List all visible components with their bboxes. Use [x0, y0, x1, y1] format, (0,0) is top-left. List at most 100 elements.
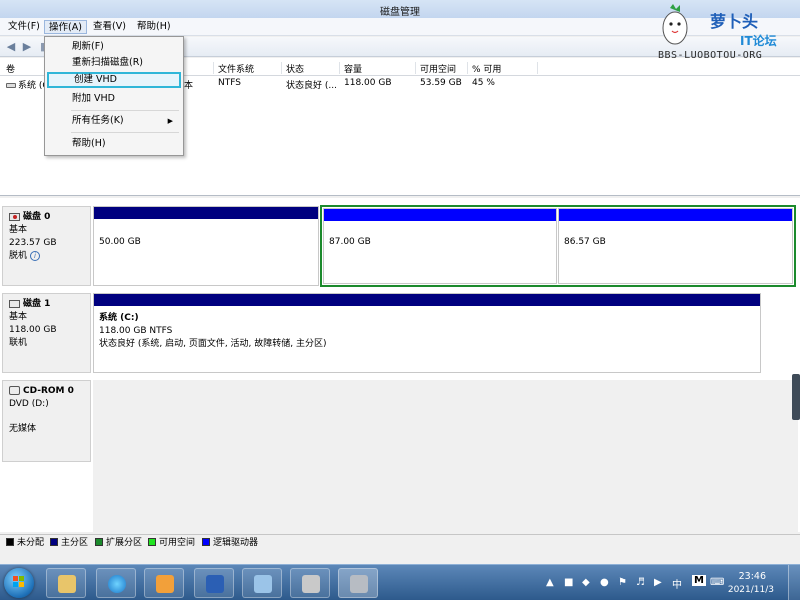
- disk-1-label[interactable]: 磁盘 1 基本 118.00 GB 联机: [2, 293, 91, 373]
- disk-1-state: 联机: [9, 338, 28, 348]
- partition-size: 86.57 GB: [564, 237, 606, 247]
- disk-0-state: 脱机 i: [9, 250, 90, 263]
- col-filesystem[interactable]: 文件系统: [214, 62, 282, 75]
- partition-bar: [94, 294, 760, 306]
- legend-unallocated: 未分配: [6, 538, 44, 548]
- partition-size: 87.00 GB: [329, 237, 371, 247]
- back-arrow-icon[interactable]: ◀: [4, 40, 18, 54]
- legend-swatch: [148, 538, 156, 546]
- start-button[interactable]: [4, 568, 34, 598]
- taskbar-files[interactable]: [290, 568, 330, 598]
- disk-1-title: 磁盘 1: [9, 298, 90, 311]
- partition-label: 系统 (C:): [99, 313, 139, 323]
- row-capacity: 118.00 GB: [344, 78, 392, 88]
- menu-item-attach-vhd[interactable]: 附加 VHD: [47, 91, 181, 107]
- legend-swatch: [6, 538, 14, 546]
- taskbar-word[interactable]: [194, 568, 234, 598]
- taskbar-edge[interactable]: [96, 568, 136, 598]
- menu-separator: [71, 110, 179, 111]
- menu-help[interactable]: 帮助(H): [133, 20, 175, 34]
- disk-management-icon: [350, 575, 368, 593]
- menu-view[interactable]: 查看(V): [89, 20, 130, 34]
- disk-0-label[interactable]: 磁盘 0 基本 223.57 GB 脱机 i: [2, 206, 91, 286]
- menu-separator: [71, 132, 179, 133]
- disk-0-partition-2[interactable]: 87.00 GB: [323, 208, 557, 284]
- disk-graphical-view: 磁盘 0 基本 223.57 GB 脱机 i 50.00 GB 87.00 GB …: [0, 198, 800, 532]
- disk-0-partition-3[interactable]: 86.57 GB: [558, 208, 793, 284]
- disk-0-partition-1[interactable]: 50.00 GB: [93, 206, 319, 286]
- legend-extended: 扩展分区: [95, 538, 142, 548]
- cdrom-icon: [9, 386, 20, 395]
- partition-status: 状态良好 (系统, 启动, 页面文件, 活动, 故障转储, 主分区): [99, 339, 327, 349]
- speaker-icon[interactable]: ▶: [654, 577, 662, 588]
- partition-detail: 118.00 GB NTFS: [99, 326, 173, 336]
- flag-icon[interactable]: ⚑: [618, 577, 627, 588]
- legend-free-space: 可用空间: [148, 538, 195, 548]
- legend: 未分配 主分区 扩展分区 可用空间 逻辑驱动器: [0, 534, 800, 550]
- disk-1-size: 118.00 GB: [9, 325, 57, 335]
- legend-primary: 主分区: [50, 538, 88, 548]
- submenu-arrow-icon: ▶: [167, 117, 173, 125]
- menu-item-rescan[interactable]: 重新扫描磁盘(R): [47, 55, 181, 71]
- menu-item-create-vhd[interactable]: 创建 VHD: [47, 72, 181, 88]
- partition-bar: [94, 207, 318, 219]
- word-icon: [206, 575, 224, 593]
- col-capacity[interactable]: 容量: [340, 62, 416, 75]
- partition-size: 50.00 GB: [99, 237, 141, 247]
- media-player-icon: [156, 575, 174, 593]
- ime-mode[interactable]: M: [692, 575, 706, 586]
- col-percent-free[interactable]: % 可用: [468, 62, 538, 75]
- ime-language[interactable]: 中: [672, 576, 682, 591]
- taskbar-control-panel[interactable]: [242, 568, 282, 598]
- show-hidden-icons-icon[interactable]: ▲: [546, 577, 554, 588]
- offline-disk-icon: [9, 212, 20, 221]
- disk-icon: [9, 299, 20, 308]
- volume-icon: [6, 83, 16, 88]
- forward-arrow-icon[interactable]: ▶: [20, 40, 34, 54]
- watermark-sub: IT论坛: [740, 34, 777, 48]
- edge-icon: [108, 575, 126, 593]
- folder-icon: [58, 575, 76, 593]
- control-panel-icon: [254, 575, 272, 593]
- menu-file[interactable]: 文件(F): [4, 20, 44, 34]
- cdrom-type: DVD (D:): [9, 399, 49, 409]
- keyboard-icon[interactable]: ⌨: [710, 577, 724, 588]
- security-icon[interactable]: ◆: [582, 577, 590, 588]
- taskbar-explorer[interactable]: [46, 568, 86, 598]
- scrollbar-grip[interactable]: [792, 374, 800, 420]
- menu-item-refresh[interactable]: 刷新(F): [47, 39, 181, 55]
- col-free[interactable]: 可用空间: [416, 62, 468, 75]
- disk-0-size: 223.57 GB: [9, 238, 57, 248]
- menu-action[interactable]: 操作(A): [44, 20, 87, 34]
- info-icon[interactable]: i: [30, 251, 41, 261]
- radish-mascot-icon: [662, 4, 688, 45]
- show-desktop-button[interactable]: [788, 565, 800, 600]
- network-icon[interactable]: ■: [564, 577, 573, 588]
- clock-time[interactable]: 23:46: [739, 571, 766, 582]
- row-percent: 45 %: [472, 78, 495, 88]
- cdrom-empty-area: [93, 380, 798, 532]
- col-status[interactable]: 状态: [282, 62, 340, 75]
- legend-swatch: [202, 538, 210, 546]
- menu-item-all-tasks[interactable]: 所有任务(K) ▶: [47, 113, 181, 129]
- shield-icon[interactable]: ●: [600, 577, 609, 588]
- taskbar-media-player[interactable]: [144, 568, 184, 598]
- volume-icon[interactable]: ♬: [636, 577, 645, 588]
- clock-date[interactable]: 2021/11/3: [728, 585, 774, 595]
- taskbar-disk-management[interactable]: [338, 568, 378, 598]
- legend-logical: 逻辑驱动器: [202, 538, 258, 548]
- windows-logo-icon: [13, 576, 25, 588]
- row-filesystem: NTFS: [218, 78, 241, 88]
- system-tray: ▲ ■ ◆ ● ⚑ ♬ ▶ 中 M ⌨ 23:46 2021/11/3: [540, 565, 800, 600]
- menu-item-help[interactable]: 帮助(H): [47, 136, 181, 152]
- row-free: 53.59 GB: [420, 78, 462, 88]
- action-menu: 刷新(F) 重新扫描磁盘(R) 创建 VHD 附加 VHD 所有任务(K) ▶ 帮…: [44, 36, 184, 156]
- cdrom-state: 无媒体: [9, 424, 37, 434]
- watermark-name: 萝卜头: [710, 12, 759, 31]
- disk-0-title: 磁盘 0: [9, 211, 90, 224]
- partition-info: 系统 (C:) 118.00 GB NTFS 状态良好 (系统, 启动, 页面文…: [99, 312, 327, 351]
- disk-1-type: 基本: [9, 312, 28, 322]
- disk-1-partition-c[interactable]: 系统 (C:) 118.00 GB NTFS 状态良好 (系统, 启动, 页面文…: [93, 293, 761, 373]
- forum-watermark: 萝卜头 IT论坛 BBS-LUOBOTOU-ORG: [650, 0, 800, 72]
- cdrom-0-label[interactable]: CD-ROM 0 DVD (D:) 无媒体: [2, 380, 91, 462]
